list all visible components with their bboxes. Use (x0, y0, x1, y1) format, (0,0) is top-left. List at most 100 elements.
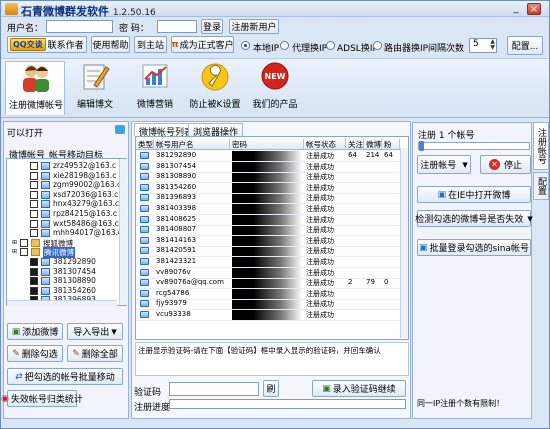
account-icon (41, 190, 50, 199)
grid-header[interactable]: 类型 (136, 139, 154, 150)
tree-checkbox[interactable] (30, 200, 38, 209)
grid-cell (382, 204, 400, 213)
grid-header[interactable]: 微博 (364, 139, 382, 150)
grid-cell (364, 246, 382, 255)
tree-checkbox[interactable] (30, 277, 38, 286)
account-type-icon (140, 152, 149, 159)
spinner-arrows-icon: ▲ ▼ (490, 38, 495, 51)
stop-button[interactable]: ✕ 停止 (480, 155, 531, 174)
grid-header[interactable]: 帐号状态 (304, 139, 346, 150)
tree-checkbox[interactable] (20, 248, 28, 257)
become-customer-button[interactable]: π 成为正式客户 (171, 36, 234, 53)
help-button[interactable]: 使用帮助 (91, 36, 130, 53)
batch-login-button[interactable]: ▣ 批量登录勾选的sina帐号 (417, 239, 531, 256)
grid-cell: 381292890 (156, 151, 197, 159)
side-tab-config[interactable]: 配置 (533, 172, 549, 200)
radio-adsl-ip[interactable] (326, 41, 335, 50)
side-tab-register[interactable]: 注册帐号 (533, 122, 549, 170)
grid-header[interactable]: 粉 (382, 139, 400, 150)
register-account-button[interactable]: 注册帐号 ▼ (417, 155, 471, 174)
interval-spinner[interactable]: 5 ▲ ▼ (469, 38, 497, 53)
tree-checkbox[interactable] (30, 267, 38, 276)
captcha-input[interactable] (169, 382, 259, 396)
row-divider (136, 320, 400, 321)
delete-all-button[interactable]: ✎ 删除全部 (67, 345, 123, 362)
refresh-captcha-button[interactable]: 刷 (263, 380, 279, 397)
tree-checkbox[interactable] (30, 258, 38, 266)
tool-anti-ban-label: 防止被K设置 (189, 100, 241, 110)
login-button[interactable]: 登录 (201, 19, 223, 34)
account-icon (41, 162, 50, 170)
submit-icon: ▣ (322, 383, 331, 394)
config-button[interactable]: 配置... (507, 36, 543, 55)
tool-our-products[interactable]: NEW 我们的产品 (245, 61, 305, 115)
grid-cell: 注册成功 (306, 183, 334, 192)
account-type-icon (140, 289, 149, 297)
grid-header[interactable]: 帐号用户名 (154, 139, 230, 150)
app-title: 石青微博群发软件 (21, 5, 109, 18)
account-type-icon (140, 258, 149, 265)
title-bar: 石青微博群发软件 1.2.50.16 _ × (1, 1, 549, 18)
tree-checkbox[interactable] (30, 219, 38, 228)
open-in-ie-label: 在IE中打开微博 (448, 191, 511, 201)
batch-move-button[interactable]: ⇄ 把勾选的帐号批量移动 (7, 368, 123, 385)
tool-register-accounts[interactable]: 注册微博帐号 (5, 61, 65, 115)
tree-checkbox[interactable] (30, 286, 38, 295)
grid-header[interactable]: 密码 (230, 139, 304, 150)
grid-header[interactable]: 关注 (346, 139, 364, 150)
tree-checkbox[interactable] (30, 181, 38, 190)
tree-hscrollbar[interactable] (7, 300, 117, 306)
tool-edit-label: 编辑博文 (76, 100, 113, 110)
grid-cell: 注册成功 (306, 215, 334, 224)
account-icon (41, 286, 50, 295)
submit-captcha-button[interactable]: ▣ 录入验证码继续 (312, 380, 406, 397)
home-site-button[interactable]: 到主站 (134, 36, 167, 53)
grid-cell (364, 172, 382, 181)
grid-cell: 注册成功 (306, 205, 334, 213)
tool-edit-post[interactable]: 编辑博文 (65, 61, 125, 115)
tree-checkbox[interactable] (30, 190, 38, 199)
pin-icon[interactable] (115, 125, 125, 134)
register-user-button[interactable]: 注册新用户 (229, 19, 279, 34)
tree-scrollbar[interactable] (119, 159, 127, 305)
grid-cell: 注册成功 (306, 162, 334, 171)
slider-thumb[interactable] (419, 141, 424, 151)
grid-cell (364, 310, 382, 319)
grid-cell (364, 299, 382, 308)
tree-row-label: rpz84215@163.c (53, 209, 117, 218)
check-valid-button[interactable]: 检测勾选的微博号是否失效 ▼ (415, 210, 533, 227)
radio-router-ip[interactable] (373, 41, 382, 50)
minimize-button[interactable]: _ (509, 3, 523, 15)
dropdown-arrow-icon: ▼ (462, 160, 468, 169)
grid-scrollbar[interactable] (400, 148, 408, 338)
invalid-stats-button[interactable]: ◉ 失效帐号归类统计 (1, 390, 83, 407)
tool-marketing[interactable]: 微博营销 (125, 61, 185, 115)
tool-anti-ban[interactable]: 防止被K设置 (185, 61, 245, 115)
grid-cell (382, 236, 400, 245)
contact-author-button[interactable]: QQ交谈 联系作者 (7, 36, 87, 53)
password-input[interactable] (157, 20, 197, 33)
tree-checkbox[interactable] (30, 162, 38, 170)
tree-row-label: 381292890 (53, 257, 96, 266)
grid-cell: 注册成功 (306, 300, 334, 309)
radio-proxy-ip[interactable] (280, 41, 289, 50)
radio-local-ip[interactable] (241, 41, 250, 50)
tree-checkbox[interactable] (30, 229, 38, 238)
tree-row-label: 381308890 (53, 276, 96, 286)
close-button[interactable]: × (527, 3, 541, 15)
tree-checkbox[interactable] (20, 238, 28, 247)
delete-checked-button[interactable]: ✎ 删除勾选 (7, 345, 63, 362)
open-in-ie-button[interactable]: ▣ 在IE中打开微博 (417, 186, 531, 203)
register-count-slider[interactable] (418, 141, 530, 151)
interval-value: 5 (473, 39, 479, 49)
ip-limit-note: 同一IP注册个数有限制！ (417, 399, 505, 408)
import-export-button[interactable]: 导入导出 ▼ (67, 323, 123, 340)
tree-checkbox[interactable] (30, 210, 38, 218)
grid-cell (346, 236, 364, 245)
tree-checkbox[interactable] (30, 171, 38, 180)
username-input[interactable] (46, 20, 113, 33)
add-weibo-button[interactable]: ▣ 添加微博 (7, 323, 63, 340)
account-type-icon (140, 226, 149, 234)
grid-cell (346, 268, 364, 277)
tab-browser-ops[interactable]: 浏览器操作 (188, 123, 244, 138)
